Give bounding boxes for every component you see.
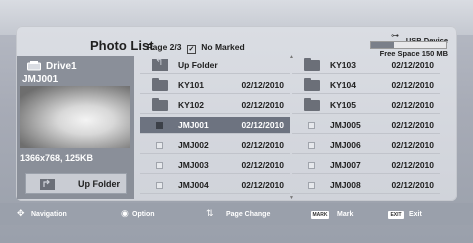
item-date: 02/12/2010 [391,140,434,150]
item-date: 02/12/2010 [391,180,434,190]
item-date: 02/12/2010 [241,180,284,190]
file-item[interactable]: JMJ005 02/12/2010 [292,117,440,134]
page-change-icon: ⇅ [206,208,214,218]
usb-icon: ⊶ [391,31,399,40]
folder-icon [304,58,320,71]
page-info: Page 2/3 ✓ No Marked [147,42,245,54]
usb-usage-fill [371,42,394,48]
scroll-down-icon[interactable]: ▼ [289,195,294,201]
item-name: JMJ004 [178,180,209,190]
item-date: 02/12/2010 [391,80,434,90]
folder-icon [304,78,320,91]
usb-status: ⊶ USB Device Free Space 150 MB [364,30,448,58]
preview-file-name: JMJ001 [22,74,59,85]
item-name: JMJ007 [330,160,361,170]
help-exit: Exit [409,211,422,218]
photo-file-icon [308,182,315,189]
option-icon: ◉ [121,208,129,218]
item-name: KY102 [178,100,204,110]
help-page-change: Page Change [226,211,271,218]
page-title: Photo List [90,38,154,53]
exit-key-icon: EXIT [388,211,404,219]
folder-icon [152,98,168,111]
folder-item[interactable]: KY101 02/12/2010 [140,77,290,94]
folder-icon [152,78,168,91]
item-name: Up Folder [178,60,218,70]
usb-usage-bar [370,41,447,49]
help-option: Option [132,211,155,218]
item-date: 02/12/2010 [241,160,284,170]
up-folder-item[interactable]: Up Folder [140,57,290,74]
photo-thumbnail [20,86,130,148]
photo-file-icon [156,122,163,129]
photo-file-icon [308,122,315,129]
item-date: 02/12/2010 [241,80,284,90]
item-date: 02/12/2010 [391,60,434,70]
folder-icon [304,98,320,111]
photo-info: 1366x768, 125KB [20,153,94,163]
item-date: 02/12/2010 [241,100,284,110]
item-date: 02/12/2010 [241,140,284,150]
item-name: KY103 [330,60,356,70]
up-folder-icon [152,57,168,71]
folder-item[interactable]: KY103 02/12/2010 [292,57,440,74]
item-name: KY105 [330,100,356,110]
file-item[interactable]: JMJ003 02/12/2010 [140,157,290,174]
folder-item[interactable]: KY104 02/12/2010 [292,77,440,94]
item-name: KY101 [178,80,204,90]
photo-file-icon [156,182,163,189]
item-name: JMJ003 [178,160,209,170]
item-name: JMJ006 [330,140,361,150]
up-folder-icon [40,179,55,190]
item-name: JMJ008 [330,180,361,190]
item-date: 02/12/2010 [391,160,434,170]
item-name: KY104 [330,80,356,90]
item-name: JMJ001 [178,120,209,130]
marked-status: No Marked [201,42,245,52]
page-indicator: Page 2/3 [147,42,182,52]
help-navigation: Navigation [31,211,67,218]
drive-name: Drive1 [46,61,77,72]
file-item[interactable]: JMJ007 02/12/2010 [292,157,440,174]
up-folder-button-label: Up Folder [78,179,120,189]
item-date: 02/12/2010 [241,120,284,130]
folder-item[interactable]: KY102 02/12/2010 [140,97,290,114]
file-item[interactable]: JMJ001 02/12/2010 [140,117,290,134]
photo-file-icon [156,142,163,149]
file-item[interactable]: JMJ004 02/12/2010 [140,177,290,194]
item-name: JMJ005 [330,120,361,130]
photo-file-icon [156,162,163,169]
checkbox-icon: ✓ [186,45,196,54]
file-item[interactable]: JMJ002 02/12/2010 [140,137,290,154]
photo-file-icon [308,142,315,149]
mark-key-icon: MARK [311,211,329,219]
up-folder-button[interactable]: Up Folder [25,173,127,194]
file-item[interactable]: JMJ006 02/12/2010 [292,137,440,154]
photo-list-screen: Photo List Page 2/3 ✓ No Marked ⊶ USB De… [0,0,473,243]
navigation-icon: ✥ [17,208,25,218]
photo-file-icon [308,162,315,169]
drive-icon [27,61,41,71]
item-date: 02/12/2010 [391,120,434,130]
scroll-up-icon[interactable]: ▲ [289,54,294,60]
item-name: JMJ002 [178,140,209,150]
item-date: 02/12/2010 [391,100,434,110]
folder-item[interactable]: KY105 02/12/2010 [292,97,440,114]
file-item[interactable]: JMJ008 02/12/2010 [292,177,440,194]
help-mark: Mark [337,211,354,218]
file-list: Up FolderKY10302/12/2010KY10102/12/2010K… [140,56,440,199]
